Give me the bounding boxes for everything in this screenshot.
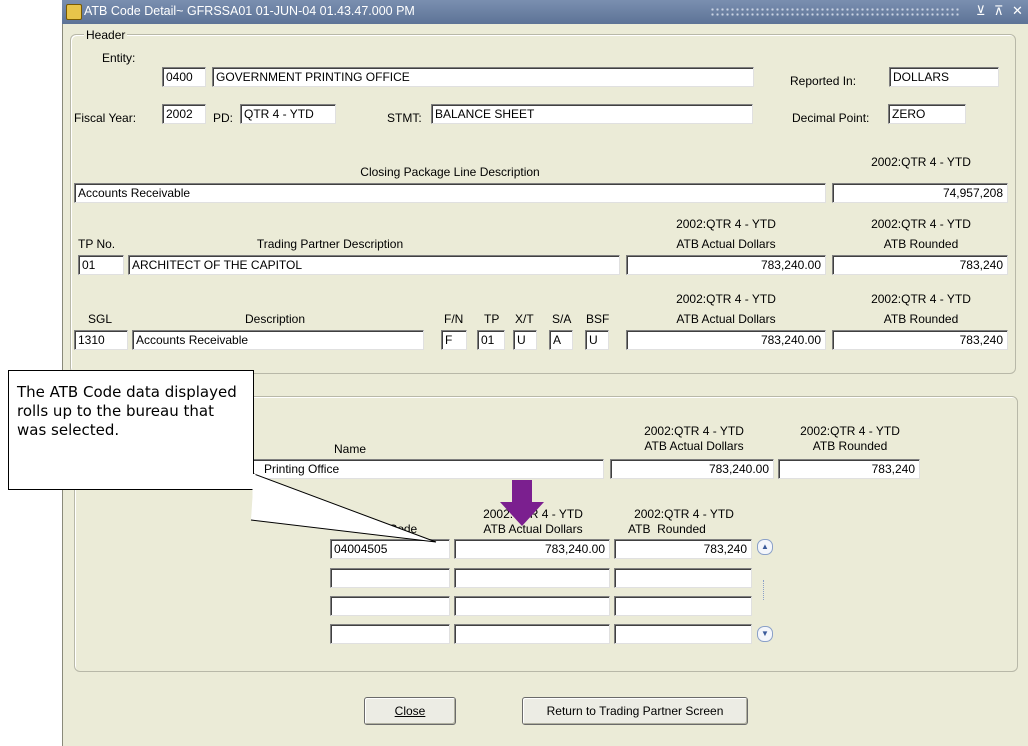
- bureau-rounded-header-1: 2002:QTR 4 - YTD: [800, 424, 900, 438]
- atb-rounded-field[interactable]: [614, 624, 752, 644]
- xt-field[interactable]: U: [513, 330, 537, 350]
- atb-actual-field[interactable]: [454, 568, 610, 588]
- callout-pointer-shape: [250, 473, 437, 543]
- stmt-field[interactable]: BALANCE SHEET: [431, 104, 753, 124]
- title-bar[interactable]: ATB Code Detail~ GFRSSA01 01-JUN-04 01.4…: [62, 0, 1028, 24]
- closing-package-description-field[interactable]: Accounts Receivable: [74, 183, 826, 203]
- tp-rounded-header-1: 2002:QTR 4 - YTD: [871, 217, 971, 231]
- close-button[interactable]: Close: [364, 697, 456, 725]
- bureau-actual-field[interactable]: 783,240.00: [610, 459, 774, 479]
- bsf-header: BSF: [586, 312, 610, 326]
- pd-field[interactable]: QTR 4 - YTD: [240, 104, 336, 124]
- title-grip: [710, 7, 960, 17]
- sa-field[interactable]: A: [549, 330, 573, 350]
- bsf-field[interactable]: U: [585, 330, 609, 350]
- atb-rounded-field[interactable]: [614, 596, 752, 616]
- entity-label: Entity:: [102, 51, 136, 65]
- close-window-icon[interactable]: ✕: [1012, 3, 1023, 19]
- tp-no-header: TP No.: [78, 237, 116, 251]
- atb-rounded-header-1: 2002:QTR 4 - YTD: [634, 507, 734, 521]
- tp-no-field[interactable]: 01: [78, 255, 124, 275]
- sgl-rounded-field[interactable]: 783,240: [832, 330, 1008, 350]
- scroll-down-icon[interactable]: ▼: [757, 626, 773, 642]
- atb-code-field[interactable]: [330, 568, 450, 588]
- reported-in-label: Reported In:: [790, 74, 857, 88]
- sgl-description-field[interactable]: Accounts Receivable: [132, 330, 424, 350]
- tp-description-field[interactable]: ARCHITECT OF THE CAPITOL: [128, 255, 620, 275]
- closing-package-amount-field[interactable]: 74,957,208: [832, 183, 1008, 203]
- minimize-icon[interactable]: ⊻: [976, 3, 986, 19]
- entity-name-field[interactable]: GOVERNMENT PRINTING OFFICE: [212, 67, 754, 87]
- stmt-label: STMT:: [387, 111, 422, 125]
- sgl-rounded-header-2: ATB Rounded: [883, 312, 959, 326]
- sgl-description-header: Description: [244, 312, 306, 326]
- tp-field[interactable]: 01: [477, 330, 505, 350]
- sgl-field[interactable]: 1310: [74, 330, 128, 350]
- atb-rounded-field[interactable]: [614, 568, 752, 588]
- atb-code-field[interactable]: [330, 624, 450, 644]
- fn-header: F/N: [444, 312, 464, 326]
- bureau-name-header: Name: [333, 442, 366, 456]
- bureau-rounded-field[interactable]: 783,240: [778, 459, 920, 479]
- xt-header: X/T: [515, 312, 534, 326]
- sgl-header: SGL: [88, 312, 113, 326]
- atb-actual-field[interactable]: [454, 596, 610, 616]
- header-group-label: Header: [84, 28, 128, 42]
- return-button-label: Return to Trading Partner Screen: [546, 704, 724, 718]
- close-button-label: Close: [394, 704, 426, 718]
- sa-header: S/A: [552, 312, 572, 326]
- return-to-trading-partner-button[interactable]: Return to Trading Partner Screen: [522, 697, 748, 725]
- atb-rounded-field[interactable]: 783,240: [614, 539, 752, 559]
- tp-header: TP: [484, 312, 500, 326]
- sgl-actual-header-2: ATB Actual Dollars: [676, 312, 776, 326]
- atb-actual-field[interactable]: [454, 624, 610, 644]
- reported-in-field[interactable]: DOLLARS: [889, 67, 999, 87]
- tp-actual-header-1: 2002:QTR 4 - YTD: [676, 217, 776, 231]
- window-title: ATB Code Detail~ GFRSSA01 01-JUN-04 01.4…: [84, 4, 415, 18]
- tp-rounded-header-2: ATB Rounded: [883, 237, 959, 251]
- tp-actual-field[interactable]: 783,240.00: [626, 255, 826, 275]
- decimal-point-label: Decimal Point:: [792, 111, 870, 125]
- atb-code-field[interactable]: [330, 596, 450, 616]
- tp-actual-header-2: ATB Actual Dollars: [676, 237, 776, 251]
- sgl-actual-field[interactable]: 783,240.00: [626, 330, 826, 350]
- atb-actual-field[interactable]: 783,240.00: [454, 539, 610, 559]
- fiscal-year-field[interactable]: 2002: [162, 104, 206, 124]
- callout-text: The ATB Code data displayed rolls up to …: [17, 383, 237, 439]
- fiscal-year-label: Fiscal Year:: [74, 111, 137, 125]
- arrow-shape: [500, 480, 544, 526]
- scroll-up-icon[interactable]: ▲: [757, 539, 773, 555]
- closing-package-amount-header: 2002:QTR 4 - YTD: [871, 155, 971, 169]
- tp-description-header: Trading Partner Description: [256, 237, 404, 251]
- fn-field[interactable]: F: [441, 330, 467, 350]
- scrollbar-track[interactable]: [763, 580, 767, 600]
- tp-rounded-field[interactable]: 783,240: [832, 255, 1008, 275]
- sgl-rounded-header-1: 2002:QTR 4 - YTD: [871, 292, 971, 306]
- bureau-rounded-header-2: ATB Rounded: [812, 439, 888, 453]
- app-icon: [66, 4, 82, 20]
- bureau-actual-header-2: ATB Actual Dollars: [644, 439, 744, 453]
- callout-pointer: [250, 473, 437, 543]
- sgl-actual-header-1: 2002:QTR 4 - YTD: [676, 292, 776, 306]
- pd-label: PD:: [213, 111, 234, 125]
- closing-package-desc-header: Closing Package Line Description: [360, 165, 540, 179]
- bureau-actual-header-1: 2002:QTR 4 - YTD: [644, 424, 744, 438]
- purple-arrow-icon: [500, 480, 544, 526]
- maximize-icon[interactable]: ⊼: [994, 3, 1004, 19]
- entity-code-field[interactable]: 0400: [162, 67, 206, 87]
- decimal-point-field[interactable]: ZERO: [888, 104, 966, 124]
- atb-rounded-header-2: ATB Rounded: [628, 522, 706, 536]
